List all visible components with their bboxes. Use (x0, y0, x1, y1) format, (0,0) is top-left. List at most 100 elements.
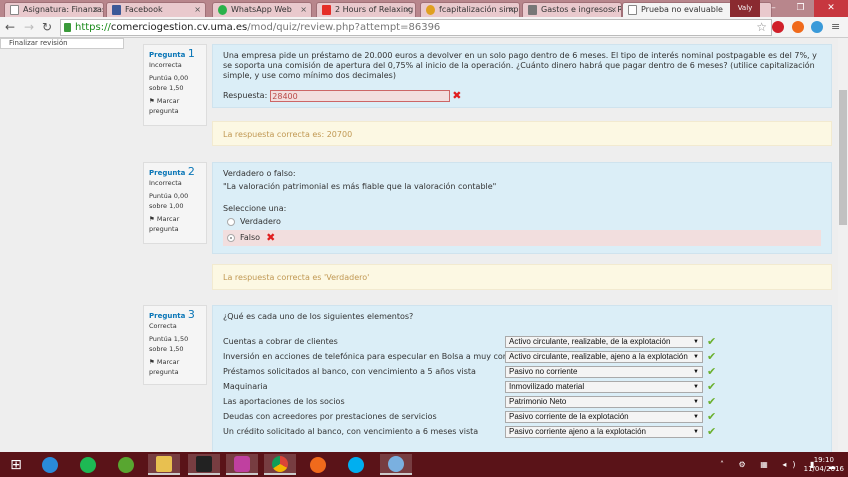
question-3-content: ¿Qué es cada uno de los siguientes eleme… (212, 305, 832, 452)
correct-check-icon: ✔ (707, 379, 717, 393)
file-explorer-icon[interactable] (148, 454, 180, 475)
page-content: Finalizar revisión Pregunta 1 Incorrecta… (0, 38, 838, 452)
maximize-button[interactable]: ❐ (787, 0, 814, 17)
matching-item-label: Las aportaciones de los socios (223, 396, 345, 406)
question-score: Puntúa 0,00 sobre 1,00 (149, 192, 189, 210)
option-falso[interactable]: Falso ✖ (223, 230, 821, 246)
back-icon[interactable]: ← (5, 20, 15, 34)
bookmark-star-icon[interactable]: ☆ (756, 20, 767, 34)
close-tab-icon[interactable]: × (194, 5, 201, 14)
flag-question-button[interactable]: ⚑ Marcar pregunta (149, 214, 201, 234)
matching-row: Cuentas a cobrar de clientes Activo circu… (223, 334, 821, 349)
answer-select[interactable]: Pasivo corriente ajeno a la explotación ▼ (505, 425, 703, 438)
camera-app-icon[interactable] (226, 454, 258, 475)
dropdown-arrow-icon: ▼ (693, 353, 699, 360)
answer-select[interactable]: Activo circulante, realizable, ajeno a l… (505, 350, 703, 363)
question-status: Incorrecta (149, 61, 182, 69)
minimize-button[interactable]: – (760, 0, 787, 17)
tab-capitalizacion[interactable]: fcapitalización simpl × (420, 2, 520, 17)
origin-icon[interactable] (302, 454, 334, 475)
tab-prueba[interactable]: Prueba no evaluable× (622, 2, 742, 17)
radio-button[interactable] (227, 234, 235, 242)
option-verdadero[interactable]: Verdadero (223, 214, 821, 230)
flag-icon: ⚑ (149, 358, 157, 366)
user-badge[interactable]: Valy (730, 0, 760, 17)
close-tab-icon[interactable]: × (92, 5, 99, 14)
spotify-icon[interactable] (72, 454, 104, 475)
dropdown-arrow-icon: ▼ (693, 338, 699, 345)
document-icon (528, 5, 537, 15)
tab-facebook[interactable]: Facebook × (106, 2, 206, 17)
adblock-icon[interactable] (772, 21, 784, 33)
question-info: Pregunta 1 Incorrecta Puntúa 0,00 sobre … (143, 44, 207, 126)
chrome-icon[interactable] (264, 454, 296, 475)
dropdown-arrow-icon: ▼ (693, 383, 699, 390)
globe-icon (426, 5, 435, 15)
matching-row: Las aportaciones de los socios Patrimonio… (223, 394, 821, 409)
answer-select[interactable]: Pasivo corriente de la explotación ▼ (505, 410, 703, 423)
radio-button[interactable] (227, 218, 235, 226)
close-tab-icon[interactable]: × (610, 5, 617, 14)
finish-review-link[interactable]: Finalizar revisión (0, 38, 124, 49)
correct-check-icon: ✔ (707, 334, 717, 348)
skype-icon[interactable] (340, 454, 372, 475)
browser-tab-bar: Asignatura: Finanzas × Facebook × WhatsApp… (0, 0, 848, 17)
matching-item-label: Préstamos solicitados al banco, con venc… (223, 366, 476, 376)
question-score: Puntúa 0,00 sobre 1,50 (149, 74, 189, 92)
matching-row: Un crédito solicitado al banco, con venc… (223, 424, 821, 439)
dropdown-arrow-icon: ▼ (693, 428, 699, 435)
matching-row: Maquinaria Inmovilizado material ▼ ✔ (223, 379, 821, 394)
dropdown-arrow-icon: ▼ (693, 413, 699, 420)
matching-item-label: Un crédito solicitado al banco, con venc… (223, 426, 479, 436)
clock[interactable]: 19:10 11/04/2016 (804, 456, 844, 474)
tab-youtube[interactable]: 2 Hours of Relaxing × (316, 2, 416, 17)
close-window-button[interactable]: ✕ (814, 0, 848, 17)
flag-icon: ⚑ (149, 215, 157, 223)
flag-question-button[interactable]: ⚑ Marcar pregunta (149, 96, 201, 116)
matching-item-label: Inversión en acciones de telefónica para… (223, 351, 538, 361)
correct-check-icon: ✔ (707, 409, 717, 423)
answer-select[interactable]: Activo circulante, realizable, de la exp… (505, 335, 703, 348)
url-input[interactable]: https://comerciogestion.cv.uma.es/mod/qu… (60, 19, 772, 36)
feedback-correct-answer: La respuesta correcta es: 20700 (212, 121, 832, 146)
question-status: Correcta (149, 322, 177, 330)
answer-select[interactable]: Patrimonio Neto ▼ (505, 395, 703, 408)
windows-start-icon[interactable]: ⊞ (0, 454, 32, 475)
incorrect-icon: ✖ (452, 89, 462, 102)
internet-explorer-icon[interactable] (34, 454, 66, 475)
flag-question-button[interactable]: ⚑ Marcar pregunta (149, 357, 201, 377)
question-2-content: Verdadero o falso: "La valoración patrim… (212, 162, 832, 254)
matching-row: Inversión en acciones de telefónica para… (223, 349, 821, 364)
tab-asignatura[interactable]: Asignatura: Finanzas × (4, 2, 104, 17)
correct-check-icon: ✔ (707, 424, 717, 438)
answer-input[interactable] (270, 90, 451, 102)
question-score: Puntúa 1,50 sobre 1,50 (149, 335, 189, 353)
scrollbar-thumb[interactable] (839, 90, 847, 225)
taskbar: ⊞ ˄ ⚙ ▦ ◂) ▮ ▂ 19:10 11/04/2016 (0, 452, 848, 477)
question-text: Una empresa pide un préstamo de 20.000 e… (223, 51, 817, 80)
answer-select[interactable]: Inmovilizado material ▼ (505, 380, 703, 393)
tab-gastos[interactable]: Gastos e ingresos. R × (522, 2, 622, 17)
correct-check-icon: ✔ (707, 349, 717, 363)
utorrent-icon[interactable] (110, 454, 142, 475)
question-status: Incorrecta (149, 179, 182, 187)
media-player-icon[interactable] (188, 454, 220, 475)
reload-icon[interactable]: ↻ (42, 20, 52, 34)
incorrect-icon: ✖ (266, 231, 276, 244)
extension-icon[interactable] (792, 21, 804, 33)
globe-extension-icon[interactable] (811, 21, 823, 33)
correct-check-icon: ✔ (707, 394, 717, 408)
close-tab-icon[interactable]: × (508, 5, 515, 14)
tab-whatsapp[interactable]: WhatsApp Web × (212, 2, 312, 17)
page-icon (10, 5, 19, 15)
forward-icon[interactable]: → (24, 20, 34, 34)
close-tab-icon[interactable]: × (300, 5, 307, 14)
close-tab-icon[interactable]: × (404, 5, 411, 14)
matching-rows: Cuentas a cobrar de clientes Activo circu… (223, 334, 821, 439)
youtube-icon (322, 5, 331, 15)
paint-icon[interactable] (380, 454, 412, 475)
matching-item-label: Cuentas a cobrar de clientes (223, 336, 338, 346)
answer-select[interactable]: Pasivo no corriente ▼ (505, 365, 703, 378)
menu-icon[interactable]: ≡ (831, 20, 840, 33)
flag-icon: ⚑ (149, 97, 157, 105)
